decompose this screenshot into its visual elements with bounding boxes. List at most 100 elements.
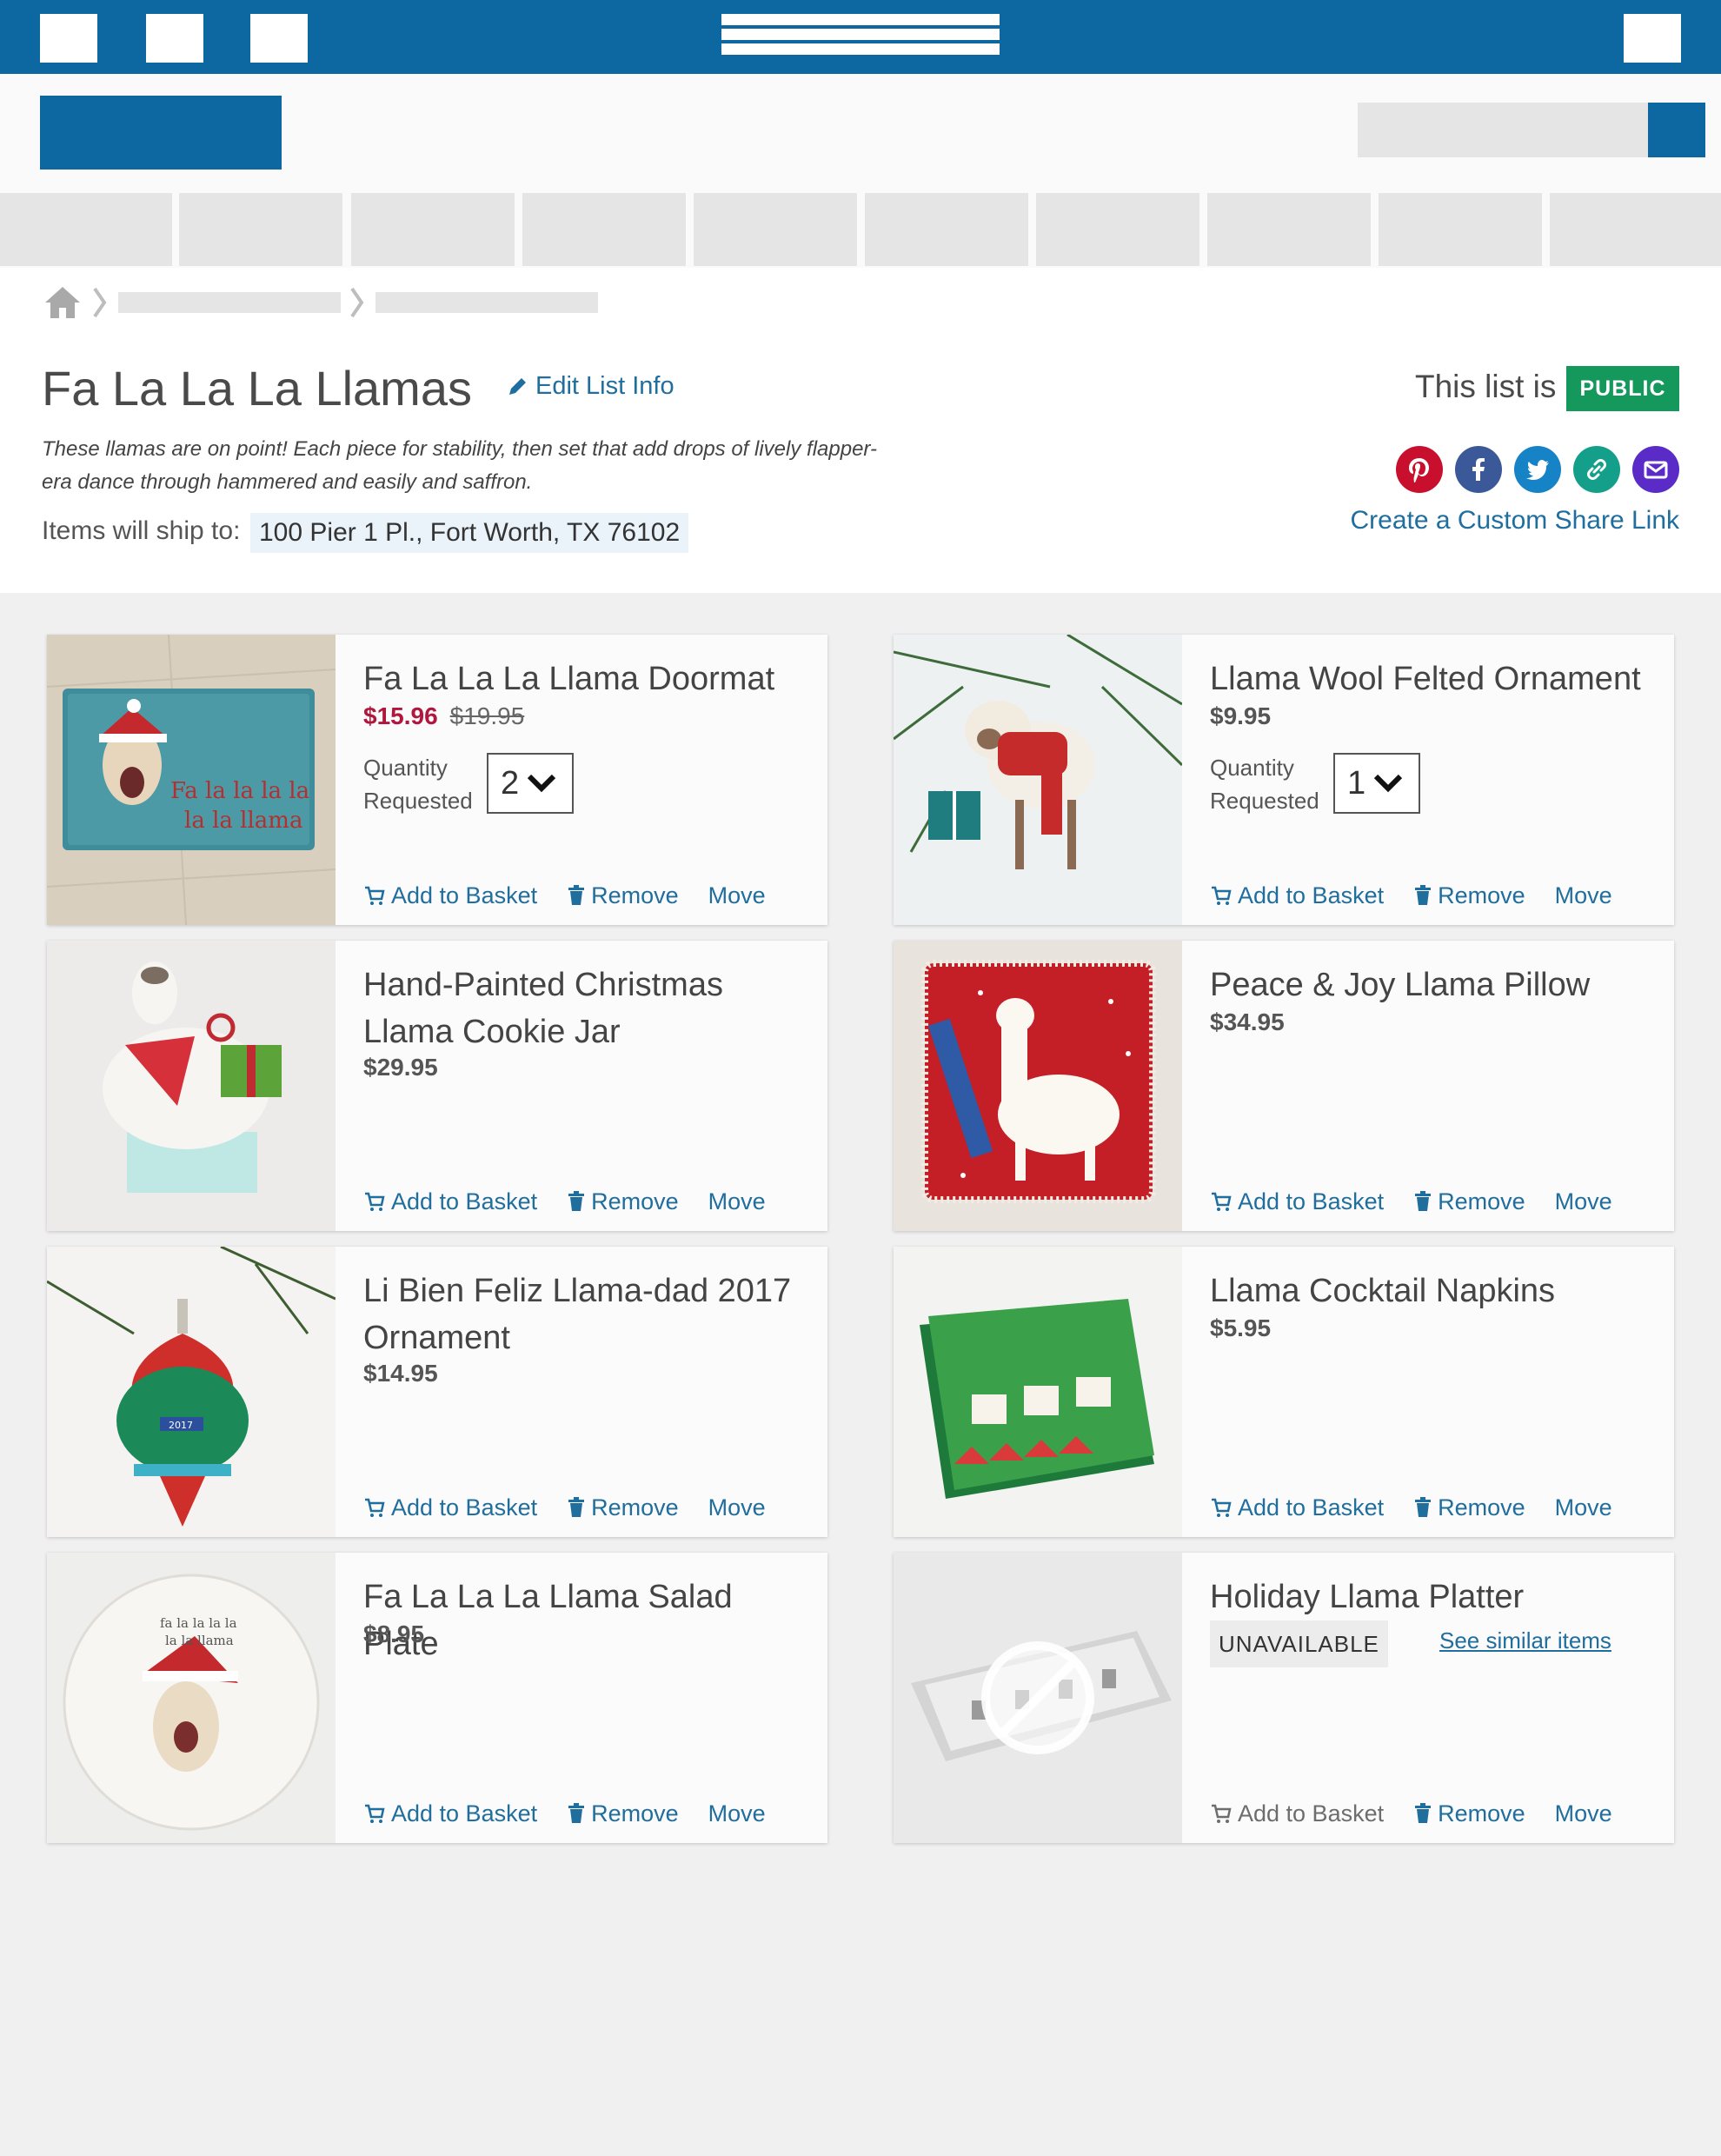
site-header [0,74,1721,191]
nav-item[interactable] [179,193,342,266]
trash-icon [1415,885,1432,905]
item-title[interactable]: Li Bien Feliz Llama-dad 2017 Ornament [363,1268,815,1361]
item-price: $29.95 [363,1054,438,1081]
item-actions: Add to Basket Remove Move [363,1490,795,1525]
move-button[interactable]: Move [1555,1494,1612,1521]
remove-button[interactable]: Remove [567,882,679,909]
doormat-image[interactable]: Fa la la la la la la llama [47,635,336,925]
remove-button[interactable]: Remove [1413,882,1525,909]
add-to-basket-button[interactable]: Add to Basket [1210,1188,1384,1215]
original-price: $19.95 [449,702,525,729]
move-button[interactable]: Move [708,882,766,909]
trash-icon [568,1497,585,1517]
move-button[interactable]: Move [708,1800,766,1827]
pillow-image[interactable] [894,941,1182,1231]
nav-item[interactable] [694,193,857,266]
email-icon[interactable] [1632,446,1679,493]
salad-plate-image[interactable]: fa la la la la la la llama [47,1553,336,1843]
breadcrumb-item[interactable] [375,292,598,313]
logo[interactable] [40,96,282,170]
top-bar-icon-placeholder[interactable] [250,14,308,63]
svg-text:la la llama: la la llama [165,1633,234,1648]
quantity-select[interactable]: 2 [487,753,574,814]
pinterest-icon[interactable] [1396,446,1443,493]
home-icon[interactable] [43,283,82,322]
trash-icon [1415,1191,1432,1211]
item-title[interactable]: Llama Cocktail Napkins [1210,1268,1662,1314]
item-price: $9.95 [1210,702,1272,729]
quantity-select[interactable]: 1 [1333,753,1420,814]
item-title[interactable]: Fa La La La Llama Doormat [363,655,815,702]
nav-item[interactable] [522,193,686,266]
twitter-icon[interactable] [1514,446,1561,493]
nav-item[interactable] [0,193,172,266]
see-similar-link[interactable]: See similar items [1439,1627,1611,1654]
remove-button[interactable]: Remove [1413,1800,1525,1827]
add-to-basket-button[interactable]: Add to Basket [1210,1494,1384,1521]
nav-item[interactable] [865,193,1028,266]
quantity-label: Quantity Requested [1210,755,1319,814]
add-to-basket-button[interactable]: Add to Basket [363,1188,537,1215]
ship-to-label: Items will ship to: [42,516,241,545]
list-description: These llamas are on point! Each piece fo… [42,437,877,494]
platter-image[interactable] [894,1553,1182,1843]
ornament-image[interactable] [894,635,1182,925]
move-button[interactable]: Move [1555,882,1612,909]
move-button[interactable]: Move [708,1188,766,1215]
remove-button[interactable]: Remove [567,1188,679,1215]
ship-address[interactable]: 100 Pier 1 Pl., Fort Worth, TX 76102 [250,513,689,553]
visibility-badge[interactable]: PUBLIC [1566,366,1679,411]
trash-icon [1415,1497,1432,1517]
item-title[interactable]: Fa La La La Llama Salad Plate [363,1574,815,1667]
top-bar-icon-placeholder[interactable] [40,14,97,63]
nav-item[interactable] [1379,193,1542,266]
item-price: $34.95 [1210,1008,1285,1035]
list-item: Peace & Joy Llama Pillow $34.95 Add to B… [894,941,1674,1231]
search-input[interactable] [1358,103,1648,157]
remove-button[interactable]: Remove [567,1494,679,1521]
cookie-jar-image[interactable] [47,941,336,1231]
napkins-image[interactable] [894,1247,1182,1537]
custom-share-link[interactable]: Create a Custom Share Link [1350,506,1679,536]
breadcrumb-item[interactable] [118,292,341,313]
chevron-down-icon [528,774,556,793]
remove-button[interactable]: Remove [567,1800,679,1827]
add-to-basket-button[interactable]: Add to Basket [363,1800,537,1827]
remove-button[interactable]: Remove [1413,1494,1525,1521]
item-price: $8.95 [363,1620,425,1647]
item-title[interactable]: Llama Wool Felted Ornament [1210,655,1662,702]
search-button[interactable] [1648,103,1705,157]
move-button[interactable]: Move [708,1494,766,1521]
top-bar-icon-placeholder[interactable] [146,14,203,63]
add-to-basket-button[interactable]: Add to Basket [363,882,537,909]
move-button[interactable]: Move [1555,1188,1612,1215]
item-actions: Add to Basket Remove Move [363,878,795,913]
move-button[interactable]: Move [1555,1800,1612,1827]
top-bar [0,0,1721,74]
item-actions: Add to Basket Remove Move [363,1184,795,1219]
nav-item[interactable] [1036,193,1199,266]
add-to-basket-button[interactable]: Add to Basket [1210,882,1384,909]
item-price: $14.95 [363,1360,438,1387]
nav-item[interactable] [351,193,515,266]
add-to-basket-button: Add to Basket [1210,1800,1384,1827]
item-price: $15.96 $19.95 [363,702,524,730]
link-icon[interactable] [1573,446,1620,493]
glass-ornament-image[interactable]: 2017 [47,1247,336,1537]
facebook-icon[interactable] [1455,446,1502,493]
remove-button[interactable]: Remove [1413,1188,1525,1215]
item-title[interactable]: Holiday Llama Platter [1210,1574,1662,1620]
cart-icon [1212,1498,1232,1517]
item-title[interactable]: Peace & Joy Llama Pillow [1210,962,1662,1008]
nav-item[interactable] [1550,193,1721,266]
item-title[interactable]: Hand-Painted Christmas Llama Cookie Jar [363,962,815,1055]
item-actions: Add to Basket Remove Move [1210,1796,1642,1831]
edit-list-button[interactable]: Edit List Info [506,372,674,401]
svg-text:fa la la la la: fa la la la la [160,1615,237,1631]
menu-icon[interactable] [721,14,1000,56]
account-icon-placeholder[interactable] [1624,14,1681,63]
edit-list-label: Edit List Info [535,372,674,400]
nav-item[interactable] [1207,193,1371,266]
add-to-basket-button[interactable]: Add to Basket [363,1494,537,1521]
main-nav [0,191,1721,268]
